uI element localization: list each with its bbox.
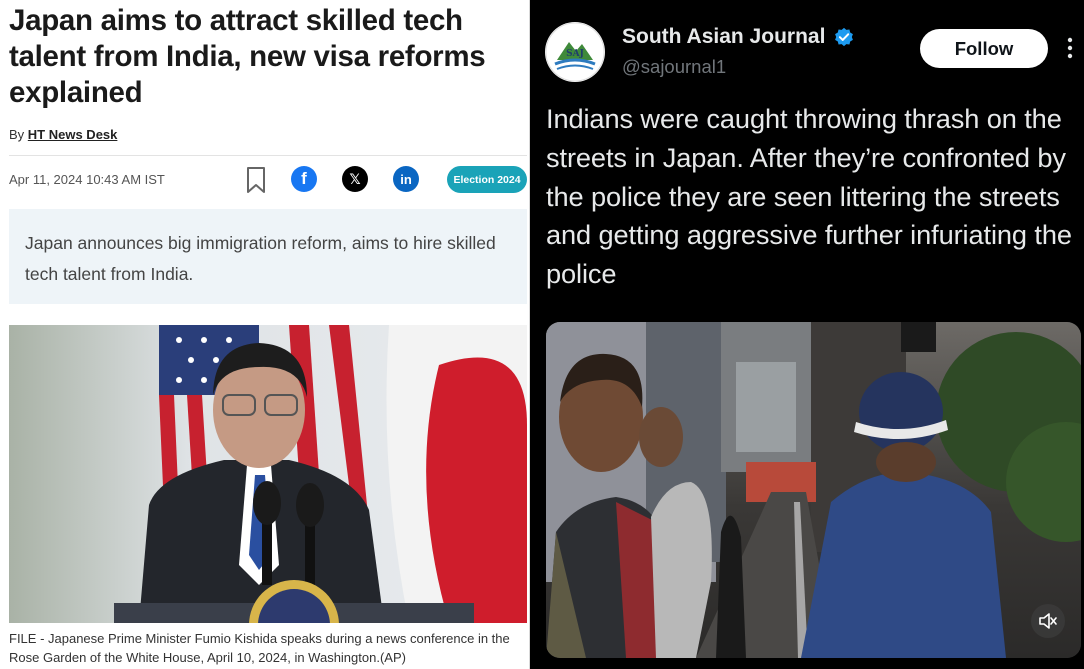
article-photo <box>9 325 527 623</box>
author-link[interactable]: HT News Desk <box>28 127 118 142</box>
tweet-panel: SAJ South Asian Journal @sajournal1 Foll… <box>530 0 1084 669</box>
street-video-frame <box>546 322 1081 658</box>
divider <box>9 155 527 156</box>
account-avatar[interactable]: SAJ <box>545 22 605 82</box>
saj-logo-icon: SAJ <box>545 22 605 82</box>
byline: By HT News Desk <box>9 127 117 142</box>
linkedin-share-icon[interactable]: in <box>393 166 419 192</box>
facebook-glyph: f <box>301 169 307 188</box>
tweet-text: Indians were caught throwing thrash on t… <box>546 103 1072 290</box>
news-article-panel: Japan aims to attract skilled tech talen… <box>0 0 530 669</box>
publish-date: Apr 11, 2024 10:43 AM IST <box>9 172 165 187</box>
mute-toggle[interactable] <box>1031 604 1065 638</box>
account-name[interactable]: South Asian Journal <box>622 25 825 49</box>
muted-speaker-icon <box>1039 613 1057 629</box>
facebook-share-icon[interactable]: f <box>291 166 317 192</box>
tweet-video[interactable] <box>546 322 1081 658</box>
photo-caption: FILE - Japanese Prime Minister Fumio Kis… <box>9 631 510 665</box>
verified-badge-icon <box>835 27 853 47</box>
bookmark-icon[interactable] <box>244 166 268 194</box>
more-options-icon[interactable] <box>1062 36 1078 60</box>
article-summary: Japan announces big immigration reform, … <box>9 209 527 304</box>
article-headline: Japan aims to attract skilled tech talen… <box>9 4 486 109</box>
x-share-icon[interactable]: 𝕏 <box>342 166 368 192</box>
account-handle[interactable]: @sajournal1 <box>622 56 726 78</box>
follow-button[interactable]: Follow <box>920 29 1048 68</box>
svg-text:SAJ: SAJ <box>566 49 584 59</box>
kishida-photo-illustration <box>9 325 527 623</box>
byline-prefix: By <box>9 127 28 142</box>
x-glyph: 𝕏 <box>349 170 361 187</box>
election-2024-badge[interactable]: Election 2024 <box>447 166 527 193</box>
linkedin-glyph: in <box>400 171 412 187</box>
